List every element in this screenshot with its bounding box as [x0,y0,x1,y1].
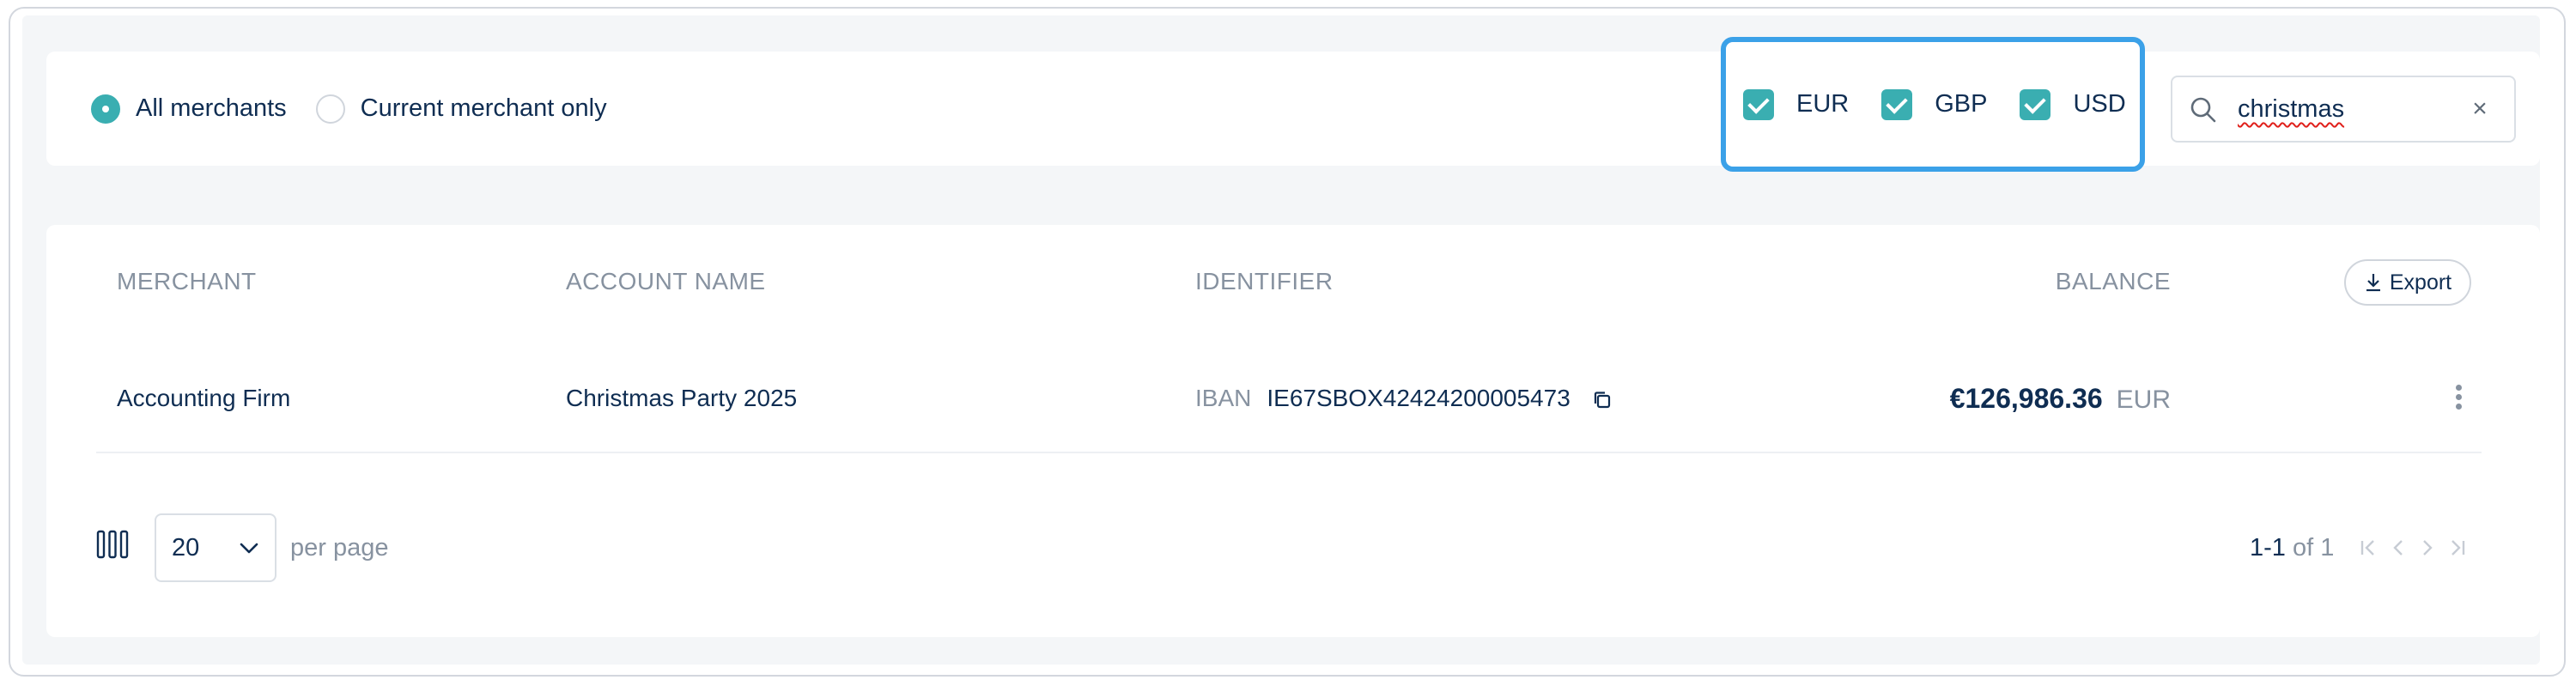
page-size-value: 20 [172,534,200,562]
column-header-balance[interactable]: BALANCE [2004,261,2171,302]
currency-filter-group: EUR GBP USD [1721,37,2145,172]
radio-all-merchants[interactable]: All merchants [91,94,287,124]
table-row[interactable]: Accounting Firm Christmas Party 2025 IBA… [96,343,2482,453]
columns-icon[interactable] [96,529,129,560]
search-input[interactable]: christmas × [2171,76,2516,143]
balance-amount: €126,986.36 [1949,383,2103,414]
radio-checked-icon [91,94,120,124]
checkbox-gbp[interactable]: GBP [1881,88,1988,120]
last-page-icon[interactable] [2444,536,2470,560]
copy-icon[interactable] [1591,389,1613,411]
chevron-down-icon [240,543,258,554]
pagination-controls [2356,536,2473,560]
download-icon [2366,274,2380,292]
search-icon [2190,97,2216,123]
checkbox-eur[interactable]: EUR [1743,88,1850,120]
column-header-account-name[interactable]: ACCOUNT NAME [566,261,766,302]
next-page-icon[interactable] [2415,536,2440,560]
checkbox-checked-icon [2020,88,2051,120]
checkbox-label: EUR [1796,90,1850,118]
checkbox-checked-icon [1881,88,1913,120]
column-header-merchant[interactable]: MERCHANT [117,261,257,302]
radio-label: Current merchant only [360,94,607,122]
identifier-type: IBAN [1195,385,1252,411]
cell-merchant: Accounting Firm [117,385,291,411]
search-value[interactable]: christmas [2238,77,2344,141]
radio-unchecked-icon [315,94,345,124]
checkbox-checked-icon [1743,88,1774,120]
identifier-value: IE67SBOX42424200005473 [1267,385,1571,411]
radio-label: All merchants [136,94,287,122]
export-button[interactable]: Export [2344,259,2471,306]
previous-page-icon[interactable] [2385,536,2411,560]
accounts-table: MERCHANT ACCOUNT NAME IDENTIFIER BALANCE… [46,225,2540,637]
column-header-identifier[interactable]: IDENTIFIER [1195,261,1334,302]
pagination-info: 1-1 of 1 [2250,513,2334,582]
checkbox-usd[interactable]: USD [2020,88,2126,120]
checkbox-label: USD [2073,90,2126,118]
per-page-label: per page [290,534,389,562]
close-icon[interactable]: × [2466,94,2494,124]
export-label: Export [2389,270,2452,294]
pagination-total: 1 [2320,534,2335,562]
pagination-of: of [2292,534,2314,562]
checkbox-label: GBP [1935,90,1988,118]
balance-currency: EUR [2116,385,2171,414]
cell-balance: €126,986.36 EUR [1856,378,2171,419]
radio-current-merchant-only[interactable]: Current merchant only [315,94,607,124]
first-page-icon[interactable] [2356,536,2382,560]
filter-bar: All merchants Current merchant only [46,52,2540,166]
cell-identifier: IBAN IE67SBOX42424200005473 [1195,378,1613,419]
page-size-select[interactable]: 20 [155,513,276,582]
merchant-scope-radio-group: All merchants Current merchant only [91,52,636,166]
cell-account-name: Christmas Party 2025 [566,385,798,411]
pagination-range: 1-1 [2250,534,2286,562]
row-actions-icon[interactable] [2445,381,2471,416]
